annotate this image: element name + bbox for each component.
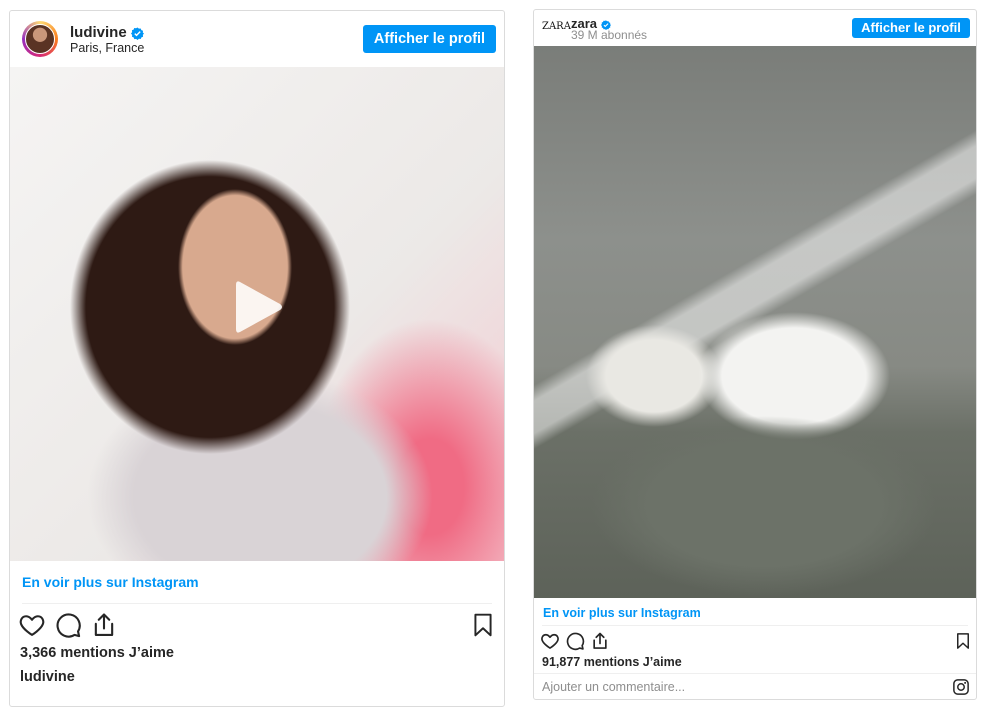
- divider: [22, 603, 492, 604]
- instagram-embed-ludivine: ludivine Paris, France Afficher le profi…: [9, 10, 505, 707]
- view-profile-button[interactable]: Afficher le profil: [363, 25, 496, 53]
- divider: [534, 673, 976, 674]
- share-icon[interactable]: [90, 611, 118, 639]
- likes-count[interactable]: 91,877 mentions J’aime: [542, 655, 682, 669]
- heart-icon[interactable]: [540, 631, 560, 651]
- caption-username[interactable]: ludivine: [20, 669, 75, 685]
- see-more-on-instagram-link[interactable]: En voir plus sur Instagram: [22, 574, 199, 590]
- post-image[interactable]: [534, 46, 976, 598]
- instagram-embed-zara: ZARA zara 39 M abonnés Afficher le profi…: [533, 9, 977, 700]
- add-comment-input[interactable]: [542, 678, 922, 696]
- post-video-thumbnail[interactable]: [10, 67, 504, 561]
- avatar[interactable]: [22, 21, 58, 57]
- view-profile-button[interactable]: Afficher le profil: [852, 18, 970, 38]
- bookmark-icon[interactable]: [954, 631, 972, 651]
- verified-badge-icon: [130, 27, 144, 40]
- comment-icon[interactable]: [565, 631, 585, 651]
- followers-count: 39 M abonnés: [571, 28, 648, 42]
- username[interactable]: ludivine: [70, 24, 127, 41]
- play-icon[interactable]: [222, 272, 292, 342]
- comment-icon[interactable]: [54, 611, 82, 639]
- instagram-icon[interactable]: [952, 678, 970, 696]
- bookmark-icon[interactable]: [470, 611, 496, 639]
- divider: [542, 625, 968, 626]
- share-icon[interactable]: [590, 631, 610, 651]
- likes-count[interactable]: 3,366 mentions J’aime: [20, 645, 174, 661]
- see-more-on-instagram-link[interactable]: En voir plus sur Instagram: [543, 606, 701, 620]
- username-row: ludivine: [70, 24, 144, 41]
- location-label[interactable]: Paris, France: [70, 41, 144, 55]
- heart-icon[interactable]: [18, 611, 46, 639]
- brand-logo[interactable]: ZARA: [542, 21, 571, 32]
